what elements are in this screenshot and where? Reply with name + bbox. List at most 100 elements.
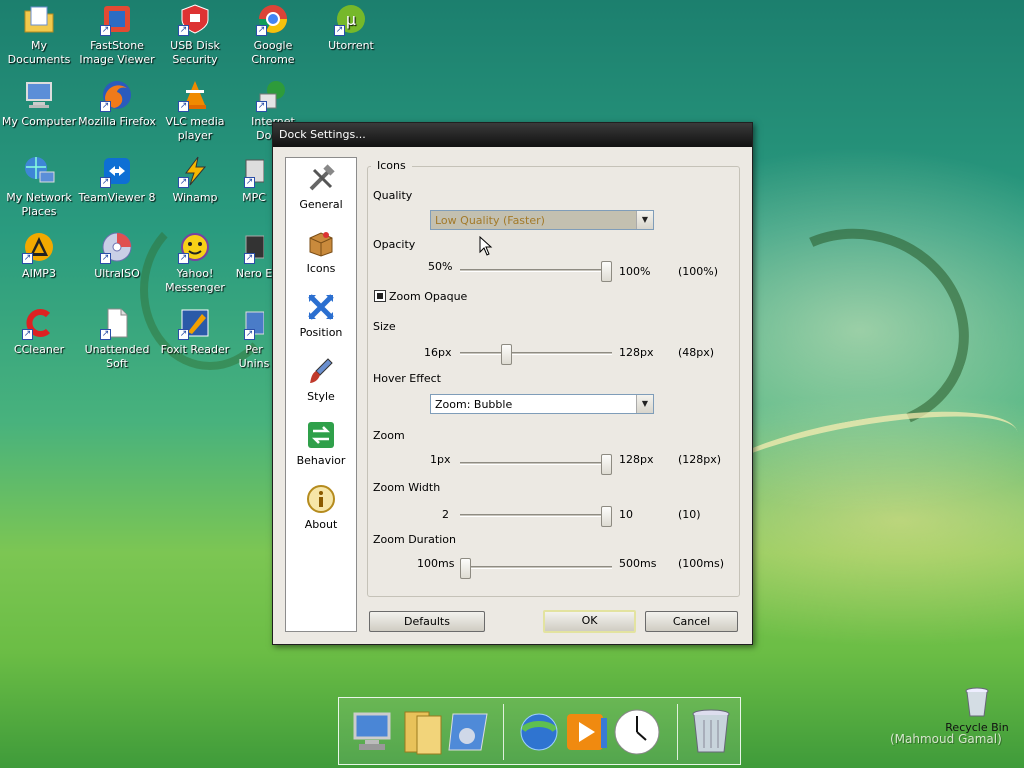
- nav-item-position[interactable]: Position: [286, 286, 356, 350]
- group-title: Icons: [371, 159, 412, 172]
- desktop-icon-ultraiso[interactable]: ↗ UltraISO: [78, 230, 156, 281]
- dock-item-computer[interactable]: [349, 706, 397, 756]
- nav-item-general[interactable]: General: [286, 158, 356, 222]
- desktop-icon-label: AIMP3: [22, 267, 56, 280]
- shortcut-arrow-icon: ↗: [100, 25, 111, 36]
- desktop-icon-winamp[interactable]: ↗ Winamp: [156, 154, 234, 205]
- brush-icon: [306, 356, 336, 386]
- dock-item-recycle-bin[interactable]: [687, 706, 735, 756]
- nav-item-icons[interactable]: Icons: [286, 222, 356, 286]
- dock-item-media-player[interactable]: [563, 706, 611, 756]
- nav-item-label: Icons: [306, 262, 336, 275]
- desktop-icon-ccleaner[interactable]: ↗ CCleaner: [0, 306, 78, 357]
- desktop-icon-recycle-bin[interactable]: Recycle Bin: [942, 686, 1012, 734]
- nav-item-label: Position: [299, 326, 343, 339]
- zoom-duration-slider-track[interactable]: [460, 566, 612, 569]
- dock-separator: [503, 704, 504, 760]
- faststone-icon: ↗: [100, 2, 134, 36]
- desktop-icon-label: My Network Places: [6, 191, 72, 218]
- desktop-icon-my-computer[interactable]: My Computer: [0, 78, 78, 129]
- desktop-icon-utorrent[interactable]: µ ↗ Utorrent: [312, 2, 390, 53]
- cancel-button[interactable]: Cancel: [645, 611, 738, 632]
- zoom-width-label: Zoom Width: [373, 481, 441, 494]
- shortcut-arrow-icon: ↗: [100, 329, 111, 340]
- file-icon: ↗: [100, 306, 134, 340]
- opacity-max-label: 100%: [619, 265, 651, 278]
- ok-button[interactable]: OK: [543, 610, 636, 633]
- desktop-icon-aimp3[interactable]: ↗ AIMP3: [0, 230, 78, 281]
- desktop-icon-unattended-soft[interactable]: ↗ Unattended Soft: [78, 306, 156, 371]
- defaults-button[interactable]: Defaults: [369, 611, 485, 632]
- chevron-down-icon[interactable]: ▼: [636, 395, 653, 413]
- desktop-icon-vlc[interactable]: ↗ VLC media player: [156, 78, 234, 143]
- dialog-title[interactable]: Dock Settings...: [273, 123, 752, 147]
- size-min-label: 16px: [424, 346, 452, 359]
- quality-select[interactable]: Low Quality (Faster) ▼: [430, 210, 654, 230]
- desktop-icon-my-network-places[interactable]: My Network Places: [0, 154, 78, 219]
- shortcut-arrow-icon: ↗: [178, 101, 189, 112]
- network-icon: [22, 154, 56, 188]
- desktop-icon-label: Foxit Reader: [160, 343, 230, 356]
- desktop-icon-nero[interactable]: ↗ Nero E: [234, 230, 274, 281]
- desktop-icon-foxit-reader[interactable]: ↗ Foxit Reader: [156, 306, 234, 357]
- desktop-icon-label: Utorrent: [328, 39, 374, 52]
- ccleaner-icon: ↗: [22, 306, 56, 340]
- yahoo-icon: ↗: [178, 230, 212, 264]
- desktop-icon-mozilla-firefox[interactable]: ↗ Mozilla Firefox: [78, 78, 156, 129]
- zoom-duration-max-label: 500ms: [619, 557, 657, 570]
- desktop-icon-faststone[interactable]: ↗ FastStone Image Viewer: [78, 2, 156, 67]
- desktop-icon-mpc[interactable]: ↗ MPC: [234, 154, 274, 205]
- dock-item-clock[interactable]: [613, 706, 661, 756]
- desktop-icon-usb-disk-security[interactable]: ↗ USB Disk Security: [156, 2, 234, 67]
- settings-nav: General Icons Position Style Behavior Ab…: [285, 157, 357, 632]
- desktop-icon-label: Yahoo! Messenger: [165, 267, 225, 294]
- opacity-label: Opacity: [373, 238, 416, 251]
- nav-item-label: Behavior: [296, 454, 346, 467]
- opacity-min-label: 50%: [428, 260, 453, 273]
- desktop-icon-uninstaller[interactable]: ↗ Per Unins: [234, 306, 274, 371]
- mouse-cursor-icon: [479, 236, 493, 256]
- zoom-duration-current-value: (100ms): [678, 557, 725, 570]
- opacity-current-value: (100%): [678, 265, 719, 278]
- zoom-min-label: 1px: [430, 453, 451, 466]
- zoom-duration-slider-thumb[interactable]: [460, 558, 471, 579]
- box-icon: [306, 228, 336, 258]
- chevron-down-icon[interactable]: ▼: [636, 211, 653, 229]
- zoom-opaque-label: Zoom Opaque: [389, 290, 468, 303]
- zoom-opaque-checkbox[interactable]: [374, 290, 386, 302]
- shortcut-arrow-icon: ↗: [178, 329, 189, 340]
- zoom-duration-min-label: 100ms: [417, 557, 455, 570]
- desktop-icon-yahoo-messenger[interactable]: ↗ Yahoo! Messenger: [156, 230, 234, 295]
- hover-effect-select-value: Zoom: Bubble: [435, 398, 513, 411]
- size-slider-track[interactable]: [460, 352, 612, 355]
- nav-item-behavior[interactable]: Behavior: [286, 414, 356, 478]
- utorrent-icon: µ ↗: [334, 2, 368, 36]
- hover-effect-label: Hover Effect: [373, 372, 441, 385]
- desktop-icon-teamviewer[interactable]: ↗ TeamViewer 8: [78, 154, 156, 205]
- dock-item-control-panel[interactable]: [445, 706, 493, 756]
- dock-item-internet-explorer[interactable]: [515, 706, 563, 756]
- desktop-icon-google-chrome[interactable]: ↗ Google Chrome: [234, 2, 312, 67]
- zoom-max-label: 128px: [619, 453, 654, 466]
- control-panel-icon: [448, 713, 488, 751]
- aimp-icon: ↗: [22, 230, 56, 264]
- opacity-slider-track[interactable]: [460, 269, 612, 272]
- hover-effect-select[interactable]: Zoom: Bubble ▼: [430, 394, 654, 414]
- zoom-width-slider-track[interactable]: [460, 514, 612, 517]
- internet-explorer-icon: [520, 713, 558, 751]
- size-slider-thumb[interactable]: [500, 344, 512, 365]
- zoom-width-slider-thumb[interactable]: [601, 506, 612, 527]
- shortcut-arrow-icon: ↗: [100, 101, 111, 112]
- zoom-width-min-label: 2: [442, 508, 449, 521]
- nero-icon: ↗: [244, 230, 265, 264]
- nav-item-style[interactable]: Style: [286, 350, 356, 414]
- info-icon: [306, 484, 336, 514]
- zoom-slider-thumb[interactable]: [601, 454, 612, 475]
- zoom-slider-track[interactable]: [460, 462, 612, 465]
- dock-item-folders[interactable]: [399, 706, 447, 756]
- opacity-slider-thumb[interactable]: [601, 261, 612, 282]
- shortcut-arrow-icon: ↗: [256, 101, 267, 112]
- computer-icon: [353, 712, 391, 750]
- desktop-icon-my-documents[interactable]: My Documents: [0, 2, 78, 67]
- nav-item-about[interactable]: About: [286, 478, 356, 542]
